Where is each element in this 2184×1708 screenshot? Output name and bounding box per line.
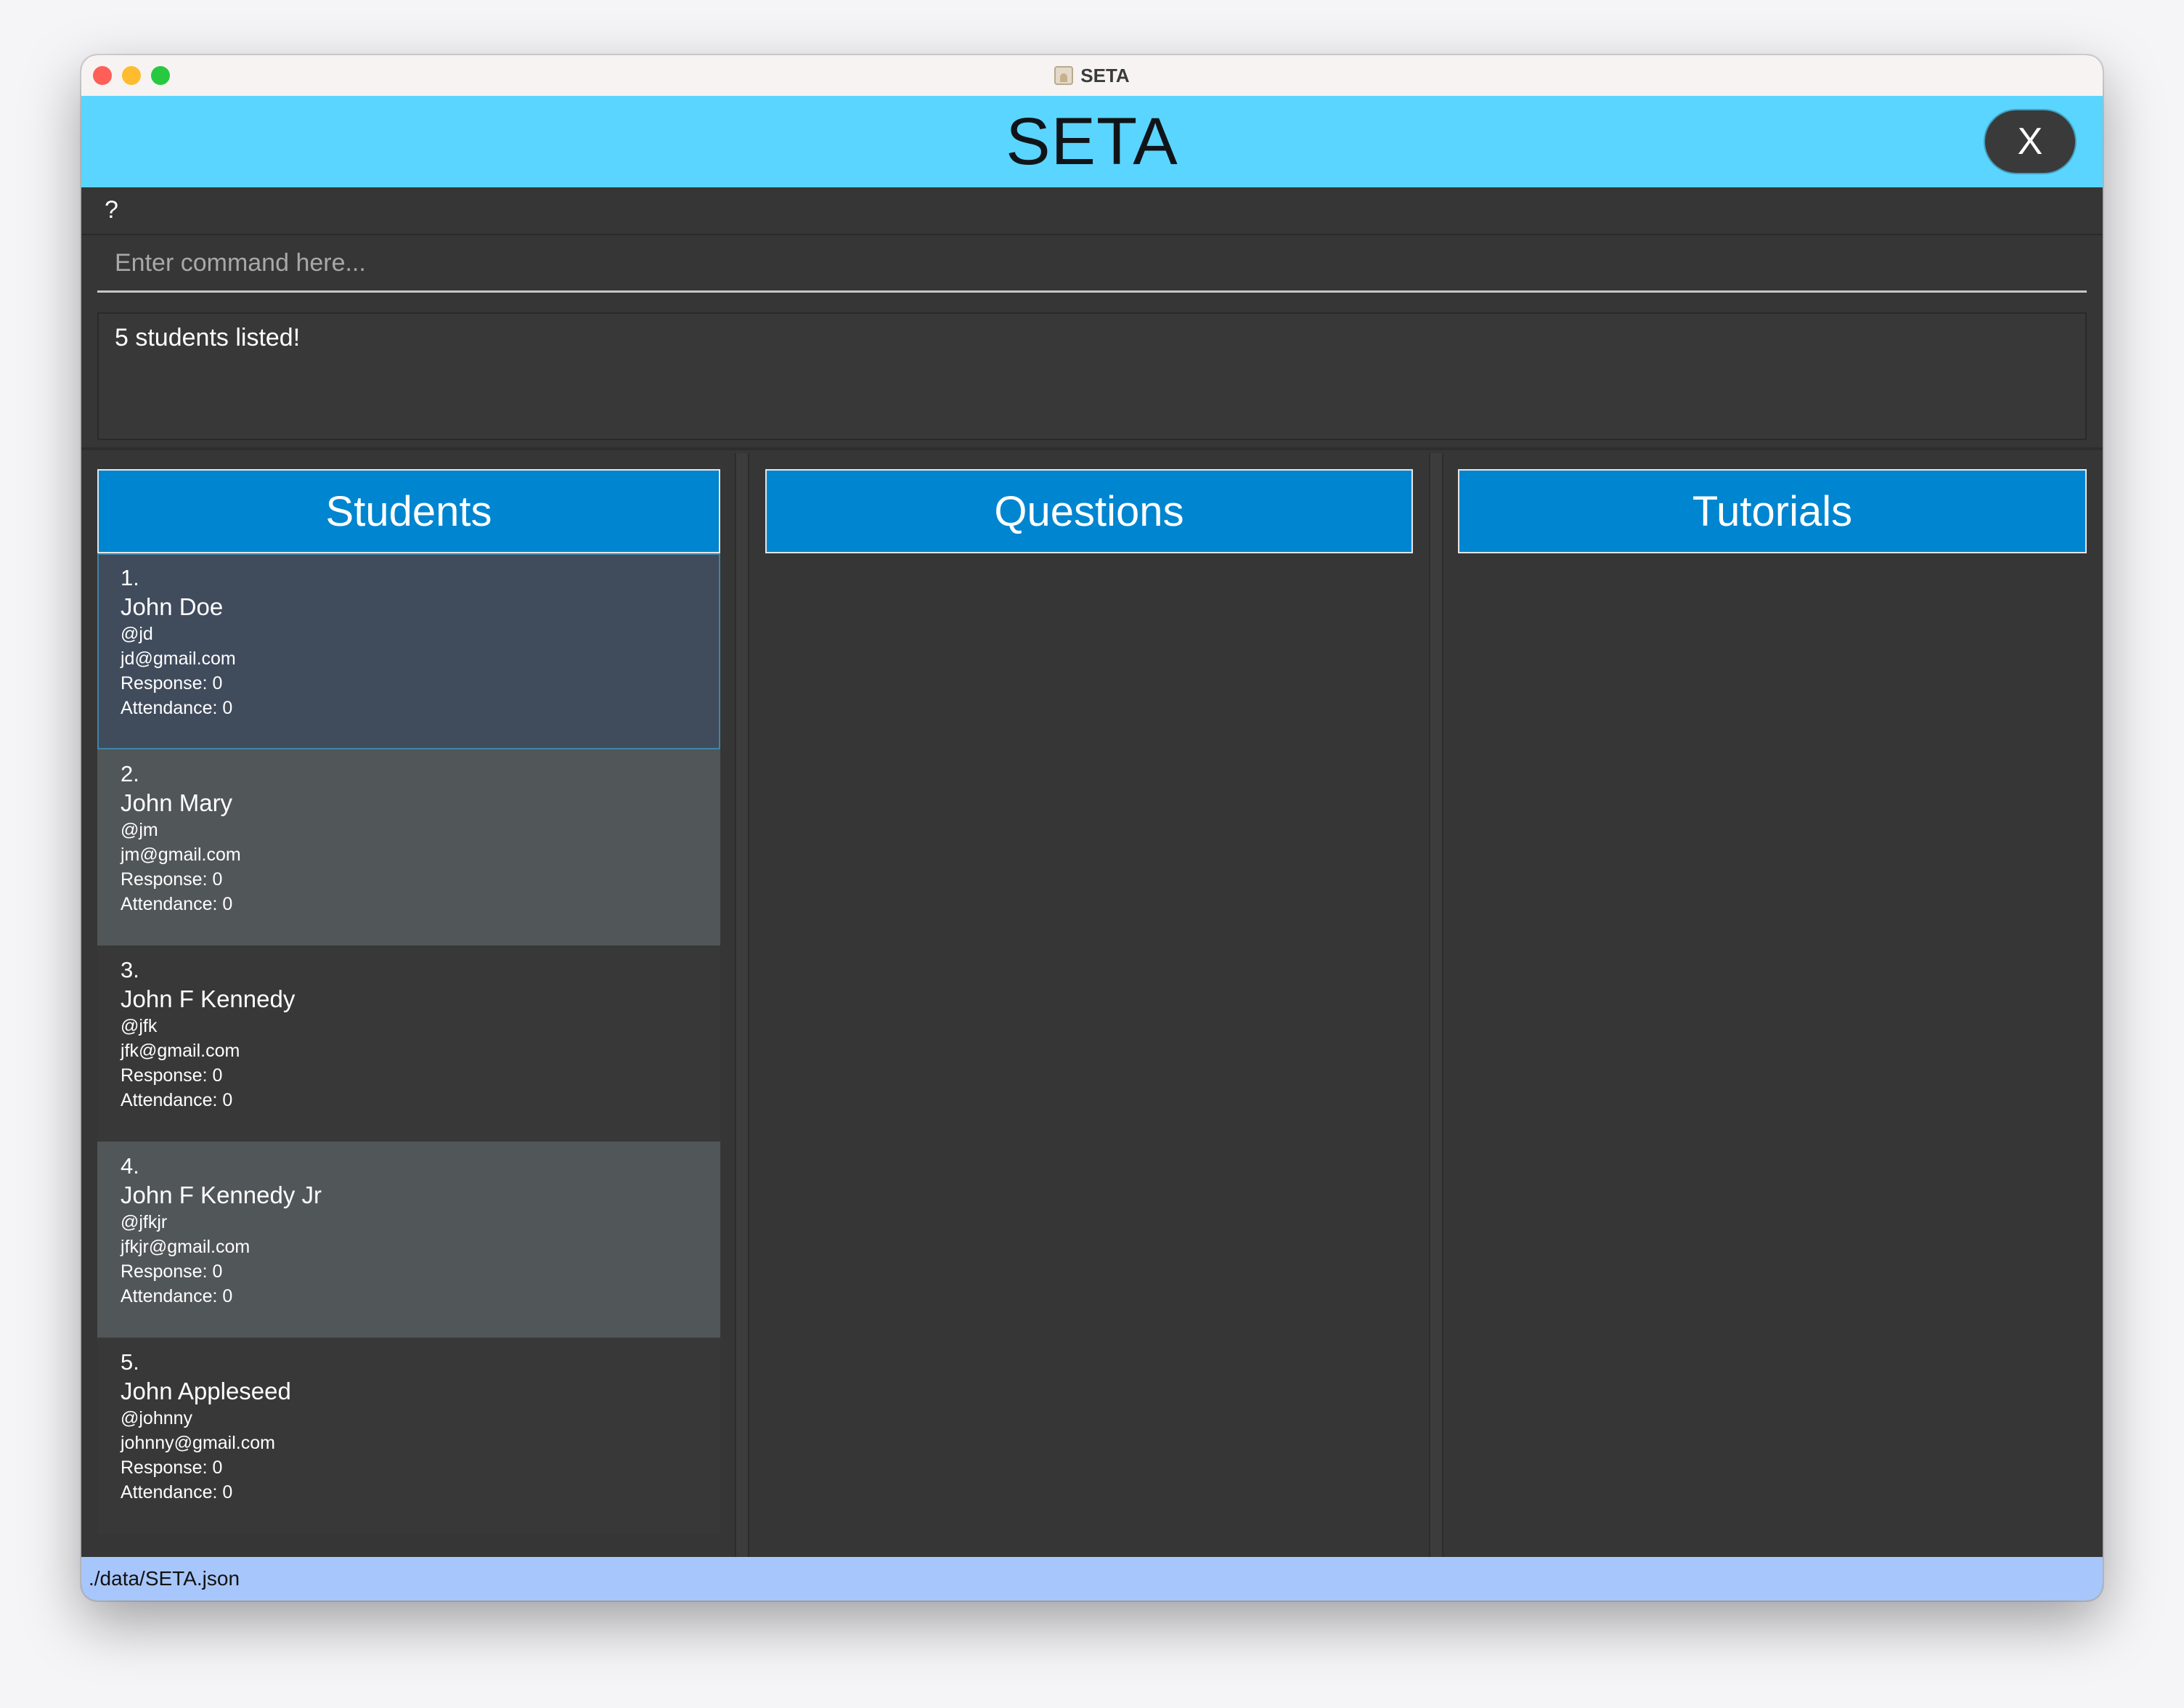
- student-index: 5.: [121, 1349, 139, 1375]
- questions-panel-title: Questions: [994, 487, 1184, 535]
- student-attendance: Attendance: 0: [121, 894, 233, 914]
- student-response: Response: 0: [121, 673, 223, 694]
- result-message: 5 students listed!: [115, 324, 301, 351]
- student-telegram: @jfk: [121, 1016, 158, 1036]
- student-email: johnny@gmail.com: [121, 1433, 275, 1453]
- student-email: jm@gmail.com: [121, 845, 241, 865]
- menu-bar: ?: [81, 187, 2103, 235]
- student-index: 2.: [121, 761, 139, 786]
- panel-divider-1[interactable]: [735, 453, 749, 1601]
- status-file-path: ./data/SETA.json: [89, 1567, 240, 1590]
- student-name: John F Kennedy: [121, 985, 296, 1012]
- app-header: SETA X: [81, 96, 2103, 187]
- student-email: jfk@gmail.com: [121, 1041, 240, 1061]
- student-telegram: @jfkjr: [121, 1212, 168, 1232]
- student-card[interactable]: 2. John Mary @jm jm@gmail.com Response: …: [97, 749, 720, 946]
- status-bar: ./data/SETA.json: [81, 1557, 2103, 1601]
- student-name: John Appleseed: [121, 1378, 291, 1404]
- tutorials-panel-header: Tutorials: [1458, 469, 2087, 553]
- student-email: jd@gmail.com: [121, 648, 236, 669]
- student-response: Response: 0: [121, 1065, 223, 1086]
- student-index: 1.: [121, 565, 139, 590]
- student-response: Response: 0: [121, 869, 223, 890]
- student-name: John F Kennedy Jr: [121, 1182, 322, 1208]
- section-divider: [81, 447, 2103, 450]
- student-name: John Mary: [121, 789, 233, 816]
- command-box: [97, 235, 2087, 293]
- page-title: SETA: [1006, 104, 1178, 179]
- student-attendance: Attendance: 0: [121, 1286, 233, 1306]
- student-attendance: Attendance: 0: [121, 1482, 233, 1502]
- panel-divider-2[interactable]: [1429, 453, 1443, 1601]
- student-index: 4.: [121, 1153, 139, 1179]
- command-input[interactable]: [97, 235, 2087, 291]
- student-index: 3.: [121, 957, 139, 983]
- student-response: Response: 0: [121, 1457, 223, 1478]
- student-telegram: @johnny: [121, 1408, 193, 1428]
- questions-panel-header: Questions: [765, 469, 1413, 553]
- student-name: John Doe: [121, 593, 224, 620]
- window-title: SETA: [1080, 64, 1130, 86]
- close-button[interactable]: X: [1985, 110, 2075, 173]
- student-attendance: Attendance: 0: [121, 698, 233, 718]
- student-response: Response: 0: [121, 1261, 223, 1282]
- student-email: jfkjr@gmail.com: [121, 1237, 250, 1257]
- student-telegram: @jm: [121, 820, 158, 840]
- app-icon: [1054, 66, 1074, 85]
- student-card[interactable]: 5. John Appleseed @johnny johnny@gmail.c…: [97, 1338, 720, 1534]
- student-card[interactable]: 3. John F Kennedy @jfk jfk@gmail.com Res…: [97, 946, 720, 1142]
- student-card[interactable]: 4. John F Kennedy Jr @jfkjr jfkjr@gmail.…: [97, 1142, 720, 1338]
- window-titlebar: SETA: [81, 55, 2103, 97]
- student-list: 1. John Doe @jd jd@gmail.com Response: 0…: [97, 553, 720, 1534]
- result-display: 5 students listed!: [97, 312, 2087, 440]
- students-panel-title: Students: [325, 487, 492, 535]
- students-panel-header: Students: [97, 469, 720, 553]
- menu-help[interactable]: ?: [105, 196, 118, 224]
- app-window: SETA SETA X ? 5 students listed! Student…: [81, 55, 2103, 1601]
- student-attendance: Attendance: 0: [121, 1090, 233, 1110]
- tutorials-panel-title: Tutorials: [1692, 487, 1853, 535]
- student-card[interactable]: 1. John Doe @jd jd@gmail.com Response: 0…: [97, 553, 720, 749]
- student-telegram: @jd: [121, 624, 153, 644]
